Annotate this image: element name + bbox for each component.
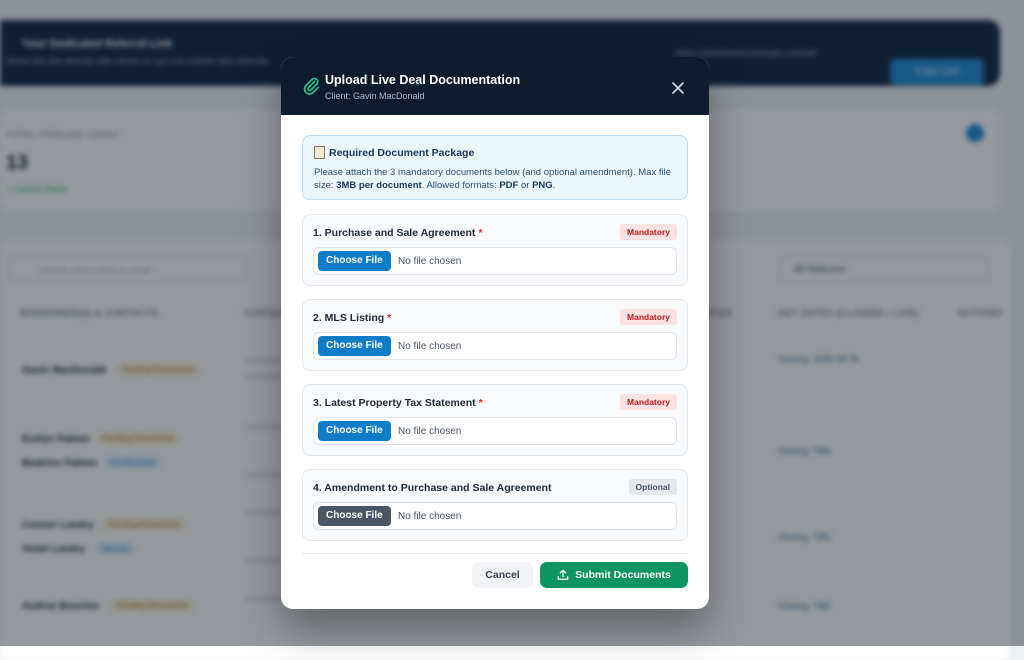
paperclip-icon: [303, 77, 320, 95]
required-marker: *: [478, 397, 483, 409]
info-text-part: .: [552, 180, 556, 191]
cancel-button[interactable]: Cancel: [472, 562, 533, 588]
clipboard-icon: [314, 146, 325, 159]
document-label-text: 2. MLS Listing: [313, 312, 385, 324]
document-label-text: 4. Amendment to Purchase and Sale Agreem…: [313, 482, 552, 494]
file-input-purchase-agreement[interactable]: Choose File No file chosen: [313, 247, 677, 275]
optional-badge: Optional: [628, 479, 677, 495]
choose-file-button[interactable]: Choose File: [318, 506, 391, 526]
modal-title: Upload Live Deal Documentation: [325, 73, 521, 87]
close-button[interactable]: [667, 77, 689, 99]
document-card-amendment: 4. Amendment to Purchase and Sale Agreem…: [302, 469, 688, 541]
document-label: 4. Amendment to Purchase and Sale Agreem…: [313, 482, 551, 494]
info-title-text: Required Document Package: [329, 146, 475, 159]
mandatory-badge: Mandatory: [620, 394, 677, 410]
required-marker: *: [478, 227, 483, 239]
document-card-purchase-agreement: 1. Purchase and Sale Agreement * Mandator…: [302, 214, 688, 286]
file-input-tax-statement[interactable]: Choose File No file chosen: [313, 417, 677, 445]
info-title: Required Document Package: [314, 146, 676, 159]
client-name: Client: Gavin MacDonald: [325, 91, 425, 101]
file-input-mls-listing[interactable]: Choose File No file chosen: [313, 332, 677, 360]
format-png: PNG: [532, 180, 553, 191]
file-status: No file chosen: [398, 511, 462, 522]
document-label: 2. MLS Listing *: [313, 312, 391, 324]
upload-icon: [557, 569, 569, 580]
format-pdf: PDF: [499, 180, 519, 191]
info-text: Please attach the 3 mandatory documents …: [314, 166, 676, 192]
submit-label: Submit Documents: [575, 569, 671, 581]
close-icon: [672, 82, 684, 94]
document-card-mls-listing: 2. MLS Listing * Mandatory Choose File No…: [302, 299, 688, 371]
mandatory-badge: Mandatory: [620, 309, 677, 325]
submit-documents-button[interactable]: Submit Documents: [540, 562, 688, 588]
footer-divider: [302, 553, 688, 554]
document-label: 1. Purchase and Sale Agreement *: [313, 227, 483, 239]
mandatory-badge: Mandatory: [620, 224, 677, 240]
file-status: No file chosen: [398, 426, 462, 437]
modal-header: Upload Live Deal Documentation Client: G…: [281, 57, 709, 115]
document-label: 3. Latest Property Tax Statement *: [313, 397, 483, 409]
info-text-part: or: [518, 180, 533, 191]
document-card-tax-statement: 3. Latest Property Tax Statement * Mandat…: [302, 384, 688, 456]
choose-file-button[interactable]: Choose File: [318, 421, 391, 441]
file-status: No file chosen: [398, 341, 462, 352]
required-package-info: Required Document Package Please attach …: [302, 135, 688, 200]
choose-file-button[interactable]: Choose File: [318, 251, 391, 271]
max-size: 3MB per document: [336, 180, 422, 191]
document-label-text: 3. Latest Property Tax Statement: [313, 397, 476, 409]
info-text-part: . Allowed formats:: [421, 180, 500, 191]
file-status: No file chosen: [398, 256, 462, 267]
document-label-text: 1. Purchase and Sale Agreement: [313, 227, 476, 239]
choose-file-button[interactable]: Choose File: [318, 336, 391, 356]
required-marker: *: [387, 312, 392, 324]
upload-documents-modal: Upload Live Deal Documentation Client: G…: [281, 57, 709, 609]
file-input-amendment[interactable]: Choose File No file chosen: [313, 502, 677, 530]
